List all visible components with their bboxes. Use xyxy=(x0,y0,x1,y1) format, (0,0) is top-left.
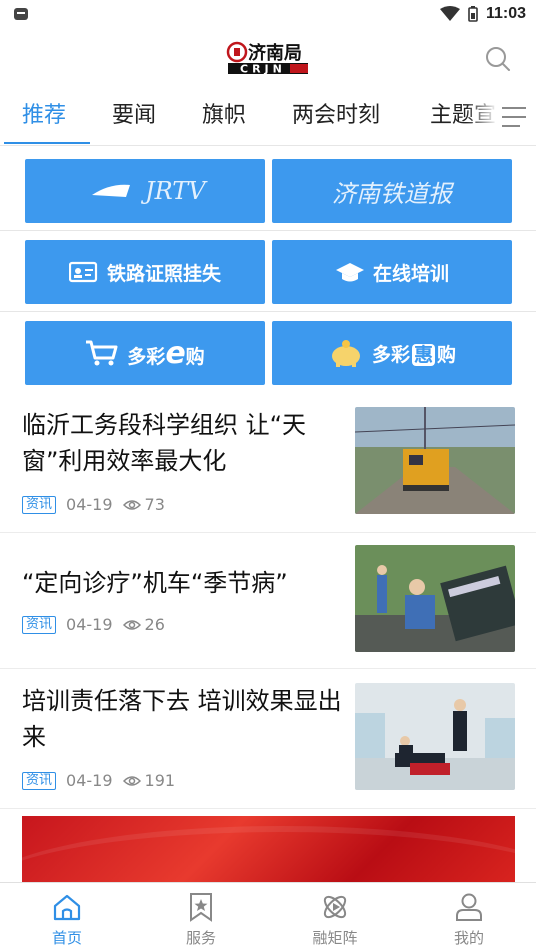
app-logo: 济南局 CRJN xyxy=(226,40,312,76)
news-tag: 资讯 xyxy=(22,495,57,514)
news-title[interactable]: “定向诊疗”机车“季节病” xyxy=(22,565,344,601)
news-meta: 资讯 04-19 26 xyxy=(22,615,165,634)
news-views: 26 xyxy=(122,615,165,634)
bookmark-star-icon xyxy=(190,893,212,922)
discount-shopping-tile[interactable]: 多彩惠购 xyxy=(272,321,512,385)
home-icon xyxy=(53,894,81,921)
eye-icon xyxy=(122,499,141,510)
news-item[interactable]: 培训责任落下去 培训效果显出来 资讯 04-19 191 xyxy=(0,669,536,809)
e-shopping-tile[interactable]: 多彩e购 xyxy=(25,321,265,385)
atom-icon xyxy=(323,895,347,919)
nav-profile[interactable]: 我的 xyxy=(402,883,536,952)
jrtv-tile[interactable]: JRTV xyxy=(25,159,265,223)
news-item[interactable]: “定向诊疗”机车“季节病” 资讯 04-19 26 xyxy=(0,533,536,669)
news-meta: 资讯 04-19 191 xyxy=(22,771,175,790)
id-card-icon xyxy=(68,261,98,283)
news-views: 191 xyxy=(122,771,175,790)
news-views: 73 xyxy=(122,495,165,514)
tab-menu-button[interactable] xyxy=(500,105,528,129)
promo-banner[interactable] xyxy=(22,816,515,886)
news-title[interactable]: 临沂工务段科学组织 让“天窗”利用效率最大化 xyxy=(22,407,344,479)
newspaper-logo: 济南铁道报 xyxy=(332,179,452,208)
notification-icon xyxy=(14,8,28,20)
news-thumbnail-railway-machine[interactable] xyxy=(355,407,515,514)
online-training-tile[interactable]: 在线培训 xyxy=(272,240,512,304)
wifi-icon xyxy=(439,6,460,21)
news-thumbnail-training[interactable] xyxy=(355,683,515,790)
svg-text:CRJN: CRJN xyxy=(240,63,286,76)
app-header: 济南局 CRJN xyxy=(0,28,536,90)
news-item[interactable]: 临沂工务段科学组织 让“天窗”利用效率最大化 资讯 04-19 73 xyxy=(0,393,536,533)
news-date: 04-19 xyxy=(66,615,113,634)
search-button[interactable] xyxy=(484,45,512,73)
bottom-navigation: 首页 服务 融矩阵 我的 xyxy=(0,882,536,952)
eye-icon xyxy=(122,619,141,630)
category-tabs: 推荐 要闻 旗帜 两会时刻 主题宣 xyxy=(0,90,536,146)
service-row-1: JRTV 济南铁道报 xyxy=(0,151,536,231)
nav-matrix[interactable]: 融矩阵 xyxy=(268,883,402,952)
cart-icon xyxy=(86,340,118,366)
news-title[interactable]: 培训责任落下去 培训效果显出来 xyxy=(22,683,344,755)
news-tag: 资讯 xyxy=(22,615,57,634)
search-icon xyxy=(486,47,510,71)
tab-headlines[interactable]: 要闻 xyxy=(112,90,156,144)
eye-icon xyxy=(122,775,141,786)
user-icon xyxy=(456,893,482,921)
battery-icon xyxy=(468,6,478,22)
license-loss-tile[interactable]: 铁路证照挂失 xyxy=(25,240,265,304)
status-time: 11:03 xyxy=(485,5,526,22)
nav-home[interactable]: 首页 xyxy=(0,883,134,952)
tab-two-sessions[interactable]: 两会时刻 xyxy=(292,90,380,144)
news-date: 04-19 xyxy=(66,771,113,790)
news-tag: 资讯 xyxy=(22,771,57,790)
piggy-bank-icon xyxy=(331,340,360,367)
news-date: 04-19 xyxy=(66,495,113,514)
tab-recommend[interactable]: 推荐 xyxy=(22,90,66,144)
graduation-cap-icon xyxy=(335,263,364,282)
status-bar: 11:03 xyxy=(0,0,536,28)
news-meta: 资讯 04-19 73 xyxy=(22,495,165,514)
tab-banner[interactable]: 旗帜 xyxy=(202,90,246,144)
active-tab-indicator xyxy=(4,142,90,144)
svg-text:济南局: 济南局 xyxy=(248,42,302,64)
newspaper-tile[interactable]: 济南铁道报 xyxy=(272,159,512,223)
nav-services[interactable]: 服务 xyxy=(134,883,268,952)
service-row-2: 铁路证照挂失 在线培训 xyxy=(0,232,536,312)
menu-icon xyxy=(502,107,526,127)
news-thumbnail-locomotive-repair[interactable] xyxy=(355,545,515,652)
service-row-3: 多彩e购 多彩惠购 xyxy=(0,313,536,393)
